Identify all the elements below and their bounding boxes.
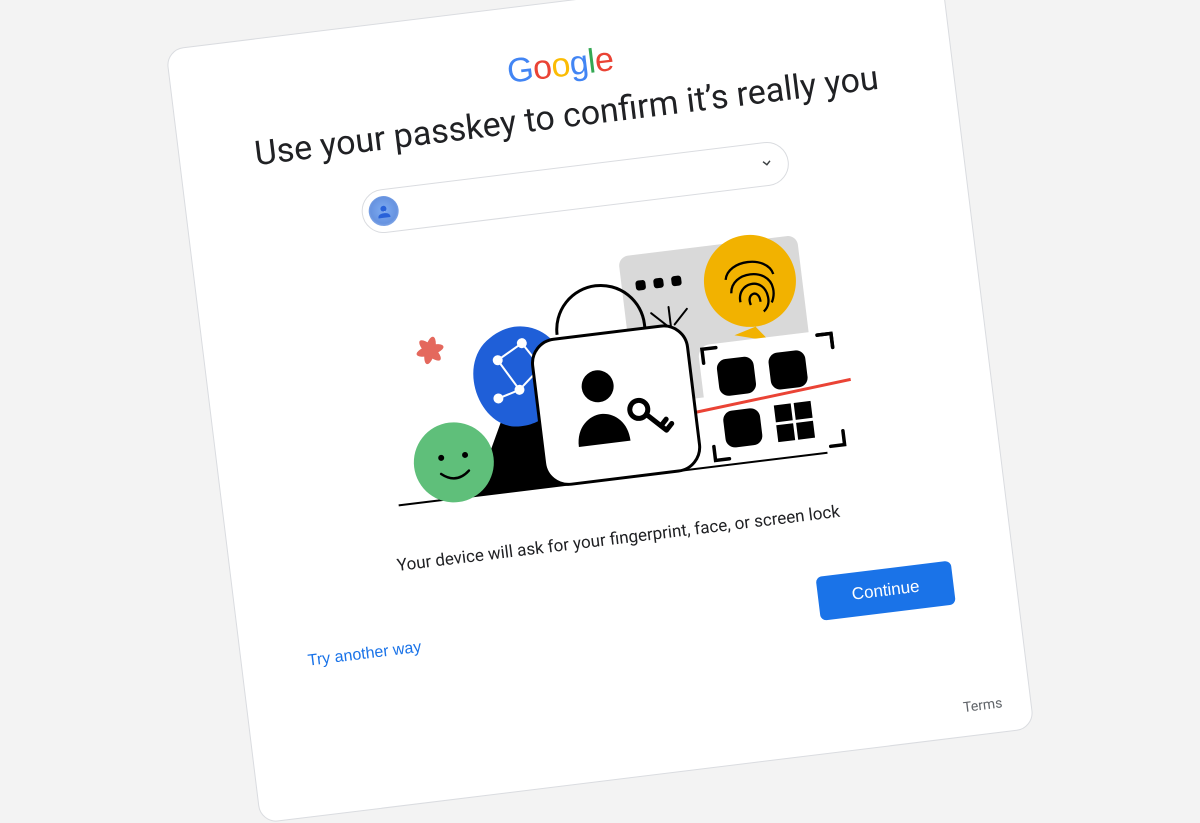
- try-another-way-link[interactable]: Try another way: [302, 630, 427, 679]
- passkey-illustration: [314, 206, 883, 540]
- action-row: Try another way Continue: [299, 560, 957, 684]
- passkey-dialog: Google Use your passkey to confirm it’s …: [165, 0, 1034, 823]
- avatar-icon: [367, 194, 400, 227]
- chevron-down-icon: [759, 154, 775, 175]
- account-label: [409, 166, 750, 208]
- continue-button[interactable]: Continue: [815, 560, 955, 620]
- terms-link[interactable]: Terms: [962, 695, 1003, 716]
